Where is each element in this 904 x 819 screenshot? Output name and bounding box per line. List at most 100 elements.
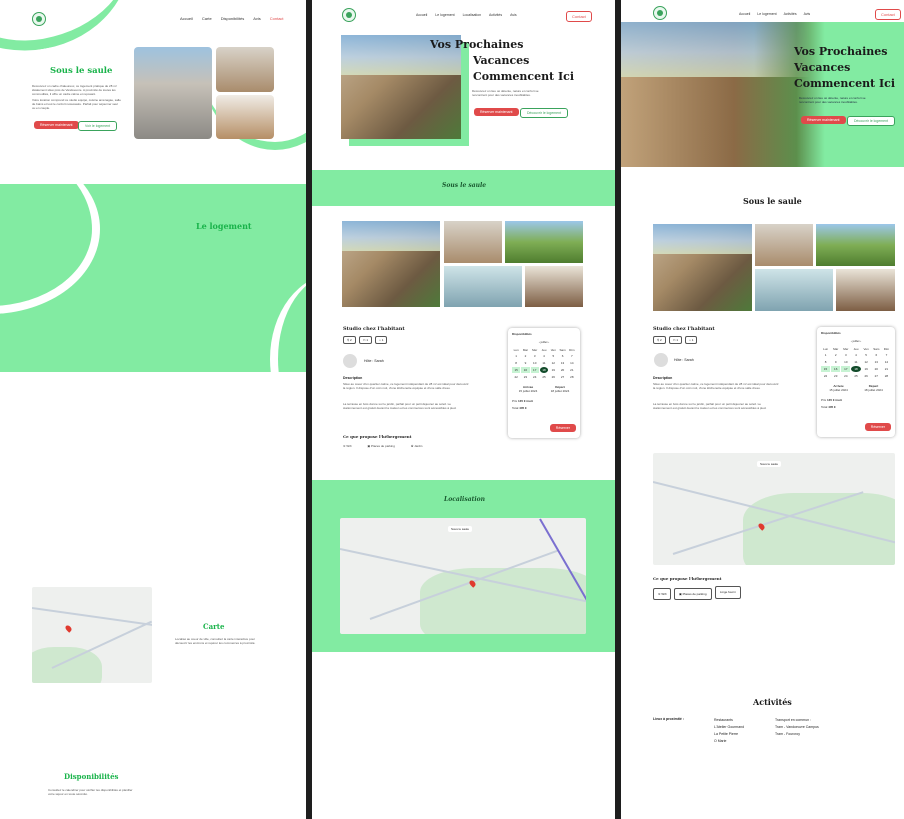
- calendar-day[interactable]: 11: [540, 360, 548, 366]
- next-icon[interactable]: ›: [548, 340, 549, 344]
- calendar-day[interactable]: 26: [862, 373, 871, 379]
- calendar-day[interactable]: 13: [872, 359, 881, 365]
- map[interactable]: Sous le saule: [653, 453, 895, 565]
- calendar-day[interactable]: 8: [512, 360, 520, 366]
- prev-icon[interactable]: ‹: [539, 340, 540, 344]
- calendar-day[interactable]: 7: [568, 353, 576, 359]
- calendar-day[interactable]: 19: [549, 367, 557, 373]
- nav-avis[interactable]: Avis: [804, 12, 811, 16]
- calendar-day[interactable]: 18: [539, 367, 549, 373]
- calendar-day[interactable]: 27: [558, 374, 566, 380]
- nav-disponibilites[interactable]: Disponibilités: [221, 16, 245, 21]
- calendar-day[interactable]: 20: [558, 367, 566, 373]
- calendar-day[interactable]: 3: [531, 353, 539, 359]
- calendar-day[interactable]: 23: [521, 374, 529, 380]
- prev-icon[interactable]: ‹: [851, 339, 852, 343]
- calendar-day[interactable]: 17: [530, 367, 539, 373]
- nav-avis[interactable]: Avis: [253, 16, 260, 21]
- gallery-main[interactable]: [342, 221, 440, 307]
- gallery-main[interactable]: [653, 224, 752, 311]
- contact-button[interactable]: Contact: [566, 11, 592, 22]
- book-button[interactable]: Réserver: [864, 423, 891, 431]
- reserve-button[interactable]: Réserver maintenant: [474, 108, 519, 116]
- arrivee-value[interactable]: 15 juillet 2024: [519, 389, 538, 393]
- calendar-day[interactable]: 14: [882, 359, 891, 365]
- calendar-day[interactable]: 2: [831, 352, 840, 358]
- nav-avis[interactable]: Avis: [510, 13, 517, 17]
- gallery-photo[interactable]: [816, 224, 895, 266]
- calendar-day[interactable]: 10: [531, 360, 539, 366]
- nav-accueil[interactable]: Accueil: [739, 12, 750, 16]
- gallery-photo[interactable]: [525, 266, 583, 307]
- contact-button[interactable]: Contact: [875, 9, 901, 20]
- calendar-day[interactable]: 21: [568, 367, 576, 373]
- nav-contact[interactable]: Contact: [270, 16, 284, 21]
- gallery-photo[interactable]: [836, 269, 895, 311]
- calendar-day[interactable]: 19: [862, 366, 871, 372]
- logo[interactable]: [342, 8, 356, 22]
- calendar-day[interactable]: 20: [872, 366, 881, 372]
- map[interactable]: Sous le saule: [340, 518, 586, 634]
- reserve-button[interactable]: Réserver maintenant: [34, 121, 79, 129]
- calendar-day[interactable]: 25: [851, 373, 860, 379]
- calendar-day[interactable]: 24: [531, 374, 539, 380]
- book-button[interactable]: Réserver: [549, 424, 576, 432]
- gallery-photo[interactable]: [755, 224, 813, 266]
- nav-logement[interactable]: Le logement: [435, 13, 454, 17]
- calendar-day[interactable]: 16: [831, 366, 841, 372]
- calendar-day[interactable]: 24: [841, 373, 850, 379]
- calendar-day[interactable]: 6: [558, 353, 566, 359]
- calendar-day[interactable]: 7: [882, 352, 891, 358]
- calendar-day[interactable]: 25: [540, 374, 548, 380]
- gallery-photo[interactable]: [755, 269, 833, 311]
- calendar-day[interactable]: 22: [512, 374, 520, 380]
- calendar-day[interactable]: 5: [549, 353, 557, 359]
- calendar-day[interactable]: 11: [851, 359, 860, 365]
- nav-activites[interactable]: Activités: [784, 12, 797, 16]
- calendar-day[interactable]: 1: [512, 353, 520, 359]
- nav-accueil[interactable]: Accueil: [180, 16, 193, 21]
- calendar-day[interactable]: 6: [872, 352, 881, 358]
- calendar-day[interactable]: 8: [821, 359, 830, 365]
- discover-button[interactable]: Découvrir le logement: [520, 108, 569, 118]
- calendar-day[interactable]: 4: [540, 353, 548, 359]
- calendar-day[interactable]: 9: [831, 359, 840, 365]
- calendar-day[interactable]: 12: [549, 360, 557, 366]
- calendar-day[interactable]: 5: [862, 352, 871, 358]
- calendar-day[interactable]: 14: [568, 360, 576, 366]
- calendar-day[interactable]: 28: [882, 373, 891, 379]
- calendar-day[interactable]: 3: [841, 352, 850, 358]
- reserve-button[interactable]: Réserver maintenant: [801, 116, 846, 124]
- calendar-day[interactable]: 1: [821, 352, 830, 358]
- logo[interactable]: [653, 6, 667, 20]
- depart-value[interactable]: 18 juillet 2024: [864, 388, 883, 392]
- discover-button[interactable]: Voir le logement: [78, 121, 118, 131]
- calendar-day[interactable]: 15: [821, 366, 831, 372]
- calendar-day[interactable]: 28: [568, 374, 576, 380]
- next-icon[interactable]: ›: [860, 339, 861, 343]
- arrivee-value[interactable]: 15 juillet 2024: [829, 388, 848, 392]
- calendar-day[interactable]: 9: [521, 360, 529, 366]
- calendar-day[interactable]: 22: [821, 373, 830, 379]
- calendar-day[interactable]: 23: [831, 373, 840, 379]
- nav-logement[interactable]: Le logement: [757, 12, 776, 16]
- calendar-day[interactable]: 17: [841, 366, 851, 372]
- map-pin-icon[interactable]: [64, 624, 73, 633]
- calendar-day[interactable]: 26: [549, 374, 557, 380]
- nav-localisation[interactable]: Localisation: [463, 13, 481, 17]
- map[interactable]: [32, 587, 152, 683]
- gallery-photo[interactable]: [505, 221, 583, 263]
- depart-value[interactable]: 18 juillet 2024: [551, 389, 570, 393]
- calendar-day[interactable]: 4: [851, 352, 860, 358]
- nav-accueil[interactable]: Accueil: [416, 13, 427, 17]
- calendar-day[interactable]: 18: [851, 366, 861, 372]
- calendar-day[interactable]: 2: [521, 353, 529, 359]
- discover-button[interactable]: Découvrir le logement: [847, 116, 896, 126]
- nav-carte[interactable]: Carte: [202, 16, 212, 21]
- calendar-day[interactable]: 21: [882, 366, 891, 372]
- calendar-day[interactable]: 27: [872, 373, 881, 379]
- calendar-day[interactable]: 13: [558, 360, 566, 366]
- calendar-day[interactable]: 10: [841, 359, 850, 365]
- calendar-day[interactable]: 16: [521, 367, 530, 373]
- gallery-photo[interactable]: [444, 221, 502, 263]
